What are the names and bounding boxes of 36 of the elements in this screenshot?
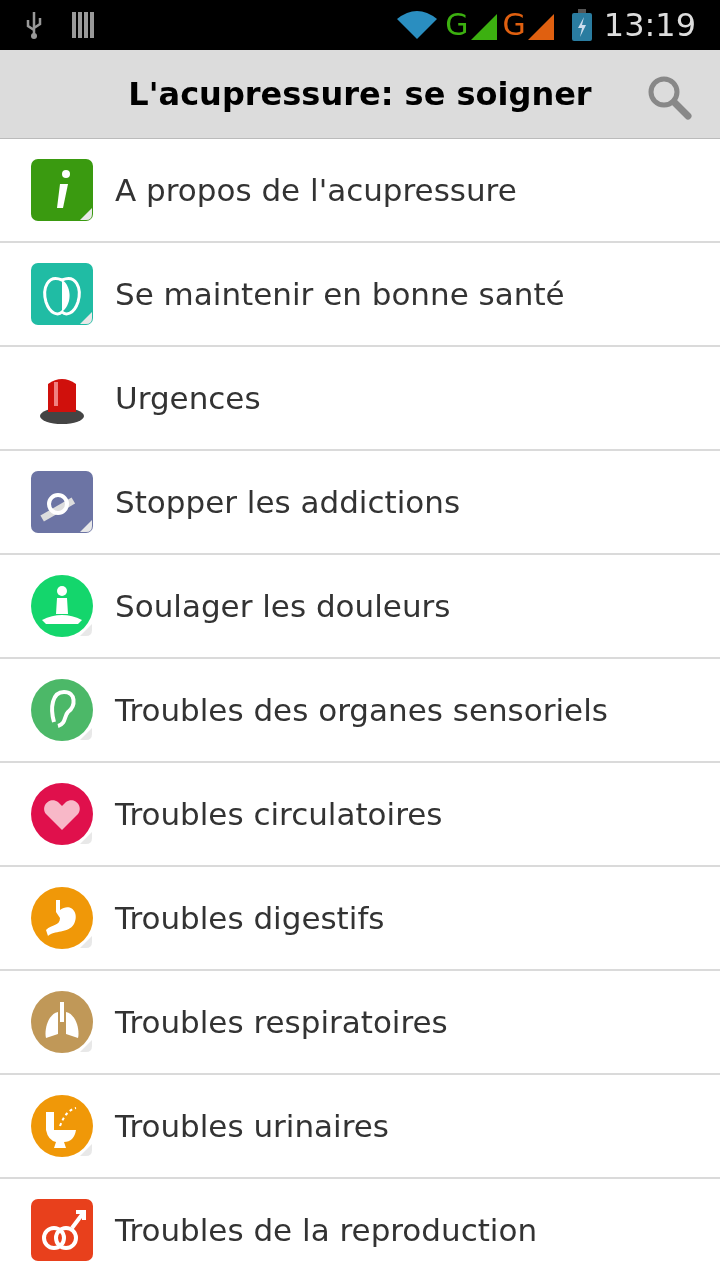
menu-item[interactable]: Troubles urinaires — [0, 1075, 720, 1179]
network-type: G — [445, 10, 469, 40]
menu-item[interactable]: Troubles digestifs — [0, 867, 720, 971]
network-type: G — [502, 10, 526, 40]
menu-item-label: Stopper les addictions — [115, 482, 461, 522]
lungs-icon — [30, 990, 94, 1054]
menu-item[interactable]: Soulager les douleurs — [0, 555, 720, 659]
menu-item-label: Troubles de la reproduction — [115, 1210, 538, 1250]
menu-item[interactable]: Troubles de la reproduction — [0, 1179, 720, 1280]
menu-item[interactable]: Stopper les addictions — [0, 451, 720, 555]
menu-item-label: A propos de l'acupressure — [115, 170, 517, 210]
menu-item[interactable]: Troubles des organes sensoriels — [0, 659, 720, 763]
stomach-icon — [30, 886, 94, 950]
menu-item[interactable]: A propos de l'acupressure — [0, 139, 720, 243]
info-icon — [30, 158, 94, 222]
menu-item-label: Se maintenir en bonne santé — [115, 274, 565, 314]
menu-item-label: Troubles circulatoires — [115, 794, 443, 834]
clock: 13:19 — [603, 9, 696, 41]
menu-item-label: Troubles respiratoires — [115, 1002, 448, 1042]
menu-item-label: Troubles des organes sensoriels — [115, 690, 608, 730]
menu-item-label: Troubles digestifs — [115, 898, 385, 938]
gender-icon — [30, 1198, 94, 1262]
usb-icon — [24, 10, 44, 40]
menu-item-label: Troubles urinaires — [115, 1106, 389, 1146]
app-title: L'acupressure: se soigner — [128, 74, 592, 115]
menu-item-label: Urgences — [115, 378, 261, 418]
battery-icon — [571, 9, 592, 41]
wifi-icon — [397, 9, 438, 41]
menu-item-label: Soulager les douleurs — [115, 586, 451, 626]
menu-item[interactable]: Se maintenir en bonne santé — [0, 243, 720, 347]
menu-item[interactable]: Urgences — [0, 347, 720, 451]
menu-item[interactable]: Troubles respiratoires — [0, 971, 720, 1075]
menu-item[interactable]: Troubles circulatoires — [0, 763, 720, 867]
meditation-icon — [30, 574, 94, 638]
toilet-icon — [30, 1094, 94, 1158]
barcode-icon — [72, 12, 94, 38]
